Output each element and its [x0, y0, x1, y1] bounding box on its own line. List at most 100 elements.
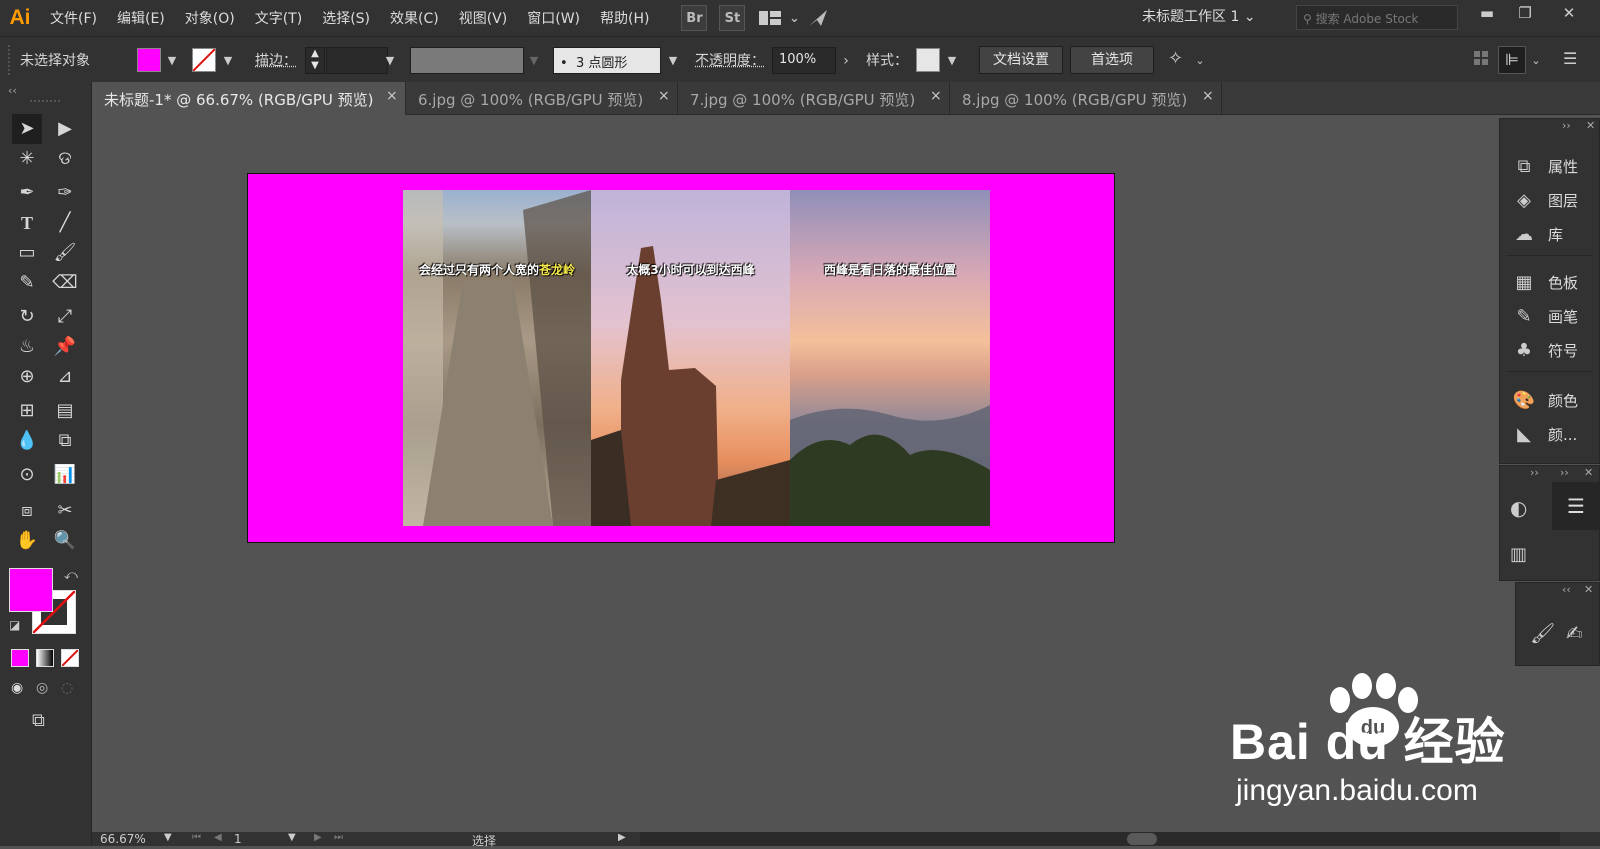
- zoom-level[interactable]: 66.67%: [100, 832, 146, 846]
- stroke-weight-field[interactable]: [326, 47, 388, 74]
- magic-wand-tool-icon[interactable]: ✳: [12, 144, 42, 174]
- selection-tool-icon[interactable]: ➤: [12, 114, 42, 144]
- stroke-label[interactable]: 描边：: [255, 50, 297, 70]
- graphic-style-swatch[interactable]: [916, 48, 940, 72]
- panel-layers[interactable]: ◈ 图层: [1500, 183, 1599, 217]
- arrange-documents-icon[interactable]: [757, 5, 783, 31]
- photo-stone-stairs[interactable]: 会经过只有两个人宽的苍龙岭: [403, 190, 591, 526]
- stroke-dropdown[interactable]: ▼: [218, 48, 238, 74]
- close-icon[interactable]: ✕: [1584, 583, 1593, 596]
- shaper-tool-icon[interactable]: ✎: [12, 268, 42, 298]
- curvature-tool-icon[interactable]: ✑: [50, 178, 80, 208]
- chevron-down-icon[interactable]: ⌄: [789, 5, 800, 31]
- close-icon[interactable]: ×: [930, 88, 942, 104]
- close-icon[interactable]: ×: [658, 88, 670, 104]
- gradient-mode-icon[interactable]: [36, 649, 54, 667]
- draw-behind-icon[interactable]: ◎: [36, 680, 54, 698]
- line-segment-tool-icon[interactable]: ╱: [50, 208, 80, 238]
- panel-swatches[interactable]: ▦ 色板: [1500, 265, 1599, 299]
- panel-libraries[interactable]: ☁ 库: [1500, 217, 1599, 251]
- opacity-flyout-arrow[interactable]: ›: [836, 48, 856, 74]
- menu-select[interactable]: 选择(S): [312, 8, 380, 28]
- menu-view[interactable]: 视图(V): [449, 8, 518, 28]
- photo-west-peak-sunset[interactable]: 西峰是看日落的最佳位置: [790, 190, 990, 526]
- menu-panel-icon[interactable]: ☰: [1552, 482, 1600, 530]
- collapse-icon[interactable]: ››: [1560, 466, 1569, 479]
- scale-tool-icon[interactable]: ⤢: [50, 302, 80, 332]
- last-artboard-icon[interactable]: ⏭: [334, 832, 343, 843]
- preferences-button[interactable]: 首选项: [1070, 46, 1154, 74]
- perspective-grid-tool-icon[interactable]: ⊿: [50, 362, 80, 392]
- workspace-switcher[interactable]: 未标题工作区 1 ⌄: [1142, 6, 1256, 26]
- zoom-dropdown[interactable]: ▼: [164, 832, 172, 843]
- brush-dropdown[interactable]: ▼: [663, 48, 683, 74]
- pen-tool-icon[interactable]: ✒: [12, 178, 42, 208]
- first-artboard-icon[interactable]: ⏮: [192, 832, 201, 843]
- edit-brush-icon[interactable]: ✍: [1566, 621, 1583, 645]
- profile-dropdown[interactable]: ▼: [524, 48, 544, 74]
- symbol-sprayer-tool-icon[interactable]: ⊙: [12, 460, 42, 490]
- tab-8-jpg[interactable]: 8.jpg @ 100% (RGB/GPU 预览) ×: [950, 82, 1222, 115]
- opacity-label[interactable]: 不透明度：: [695, 50, 765, 70]
- panel-symbols[interactable]: ♣ 符号: [1500, 333, 1599, 367]
- direct-selection-tool-icon[interactable]: ▶: [50, 114, 80, 144]
- fill-dropdown[interactable]: ▼: [162, 48, 182, 74]
- rotate-tool-icon[interactable]: ↻: [12, 302, 42, 332]
- style-dropdown[interactable]: ▼: [942, 48, 962, 74]
- close-icon[interactable]: ×: [1202, 88, 1214, 104]
- collapse-icon[interactable]: ››: [1530, 466, 1539, 479]
- color-mode-icon[interactable]: [11, 649, 29, 667]
- stroke-swatch[interactable]: [192, 48, 216, 72]
- puppet-warp-tool-icon[interactable]: 📌: [50, 332, 80, 362]
- select-similar-dropdown[interactable]: ⌄: [1190, 48, 1210, 74]
- warp-tool-icon[interactable]: ♨: [12, 332, 42, 362]
- default-fill-stroke-icon[interactable]: ◪: [9, 618, 20, 632]
- brush-definition-field[interactable]: • 3 点圆形: [553, 47, 661, 74]
- fill-color-box-front[interactable]: [9, 568, 53, 612]
- menu-object[interactable]: 对象(O): [175, 8, 245, 28]
- shape-builder-tool-icon[interactable]: ⊕: [12, 362, 42, 392]
- close-icon[interactable]: ×: [386, 88, 398, 104]
- rectangle-tool-icon[interactable]: ▭: [12, 238, 42, 268]
- tab-7-jpg[interactable]: 7.jpg @ 100% (RGB/GPU 预览) ×: [678, 82, 950, 115]
- gpu-performance-icon[interactable]: [805, 5, 831, 31]
- paintbrush-tool-icon[interactable]: 🖌: [50, 238, 80, 268]
- variable-width-profile[interactable]: [410, 47, 524, 74]
- blend-tool-icon[interactable]: ⧉: [50, 426, 80, 456]
- close-icon[interactable]: ✕: [1586, 119, 1595, 132]
- tab-untitled-1[interactable]: 未标题-1* @ 66.67% (RGB/GPU 预览) ×: [92, 82, 406, 115]
- stroke-weight-dropdown[interactable]: ▼: [380, 48, 400, 74]
- draw-normal-icon[interactable]: ◉: [11, 680, 29, 698]
- align-dropdown[interactable]: ⌄: [1526, 48, 1546, 74]
- panel-color[interactable]: 🎨 颜色: [1500, 383, 1599, 417]
- hand-tool-icon[interactable]: ✋: [12, 526, 42, 556]
- eyedropper-tool-icon[interactable]: 💧: [12, 426, 42, 456]
- draw-inside-icon[interactable]: ◌: [61, 680, 79, 698]
- panel-menu-icon[interactable]: ☰: [1563, 49, 1583, 69]
- slice-tool-icon[interactable]: ✂: [50, 496, 80, 526]
- minimize-button[interactable]: ▬: [1472, 4, 1502, 28]
- mesh-tool-icon[interactable]: ⊞: [12, 396, 42, 426]
- collapse-icon[interactable]: ‹‹: [8, 84, 17, 97]
- zoom-tool-icon[interactable]: 🔍: [50, 526, 80, 556]
- horizontal-scrollbar[interactable]: [640, 832, 1560, 846]
- restore-button[interactable]: ❐: [1510, 4, 1540, 28]
- document-setup-button[interactable]: 文档设置: [979, 46, 1063, 74]
- artboard-dropdown[interactable]: ▼: [288, 832, 296, 843]
- select-similar-icon[interactable]: ✧: [1168, 48, 1188, 72]
- menu-effect[interactable]: 效果(C): [380, 8, 449, 28]
- transparency-panel-icon[interactable]: ▥: [1510, 544, 1540, 574]
- stroke-weight-stepper[interactable]: ▲ ▼: [305, 47, 325, 74]
- panel-brushes[interactable]: ✎ 画笔: [1500, 299, 1599, 333]
- panel-color-guide[interactable]: ◣ 颜...: [1500, 417, 1599, 451]
- menu-help[interactable]: 帮助(H): [590, 8, 659, 28]
- appearance-panel-icon[interactable]: ◐: [1510, 496, 1540, 526]
- eraser-tool-icon[interactable]: ⌫: [50, 268, 80, 298]
- menu-file[interactable]: 文件(F): [40, 8, 107, 28]
- close-icon[interactable]: ✕: [1584, 466, 1593, 479]
- align-panel-icon[interactable]: ⊫: [1498, 46, 1526, 74]
- brush-icon[interactable]: 🖌: [1530, 621, 1555, 645]
- none-mode-icon[interactable]: [61, 649, 79, 667]
- prev-artboard-icon[interactable]: ◀: [214, 832, 222, 843]
- column-graph-tool-icon[interactable]: 📊: [50, 460, 80, 490]
